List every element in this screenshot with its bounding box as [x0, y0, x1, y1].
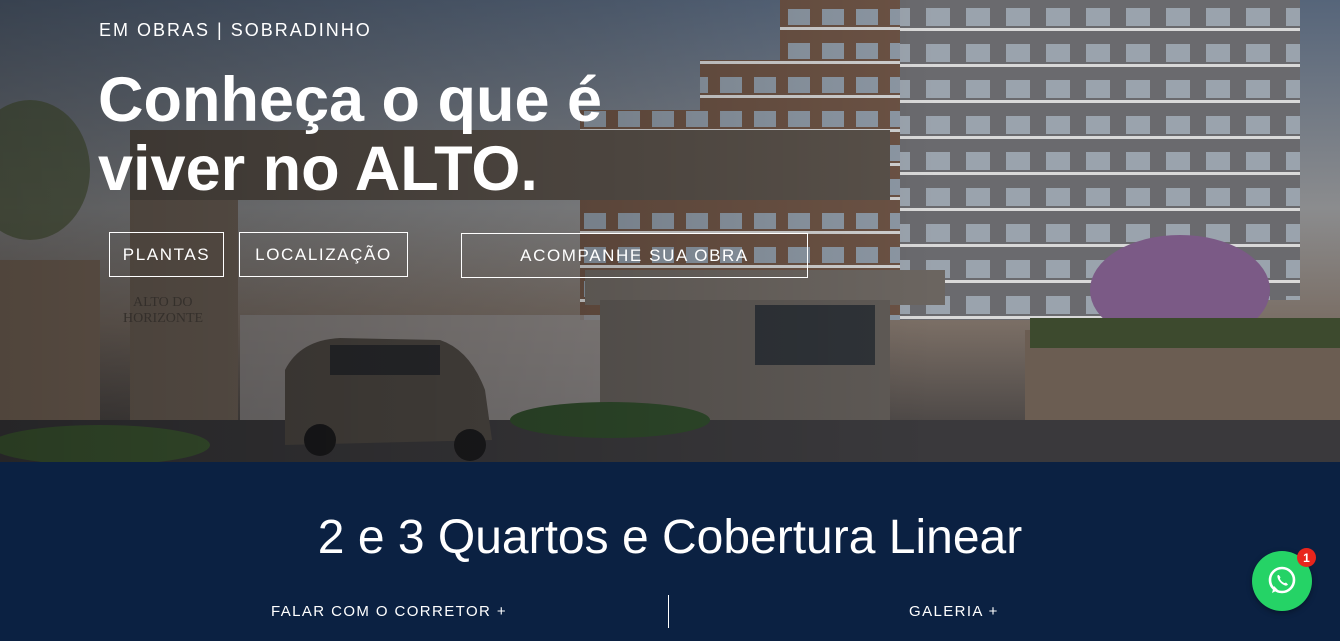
galeria-link[interactable]: GALERIA +	[909, 603, 999, 620]
notification-badge: 1	[1297, 548, 1316, 567]
band-divider	[668, 595, 669, 628]
features-band: 2 e 3 Quartos e Cobertura Linear FALAR C…	[0, 462, 1340, 641]
hero-headline: Conheça o que é viver no ALTO.	[98, 66, 718, 204]
plantas-button[interactable]: PLANTAS	[109, 232, 224, 277]
whatsapp-icon	[1268, 566, 1296, 594]
hero-section: ALTO DO HORIZONTE EM OBRAS | SOBRADINHO …	[0, 0, 1340, 462]
headline-line-2: viver no ALTO.	[98, 134, 538, 204]
headline-line-1: Conheça o que é	[98, 65, 603, 135]
band-title: 2 e 3 Quartos e Cobertura Linear	[317, 511, 1023, 564]
hero-eyebrow: EM OBRAS | SOBRADINHO	[99, 20, 372, 40]
acompanhe-obra-button[interactable]: ACOMPANHE SUA OBRA	[461, 233, 808, 278]
localizacao-button[interactable]: LOCALIZAÇÃO	[239, 232, 408, 277]
falar-com-corretor-link[interactable]: FALAR COM O CORRETOR +	[271, 603, 507, 620]
